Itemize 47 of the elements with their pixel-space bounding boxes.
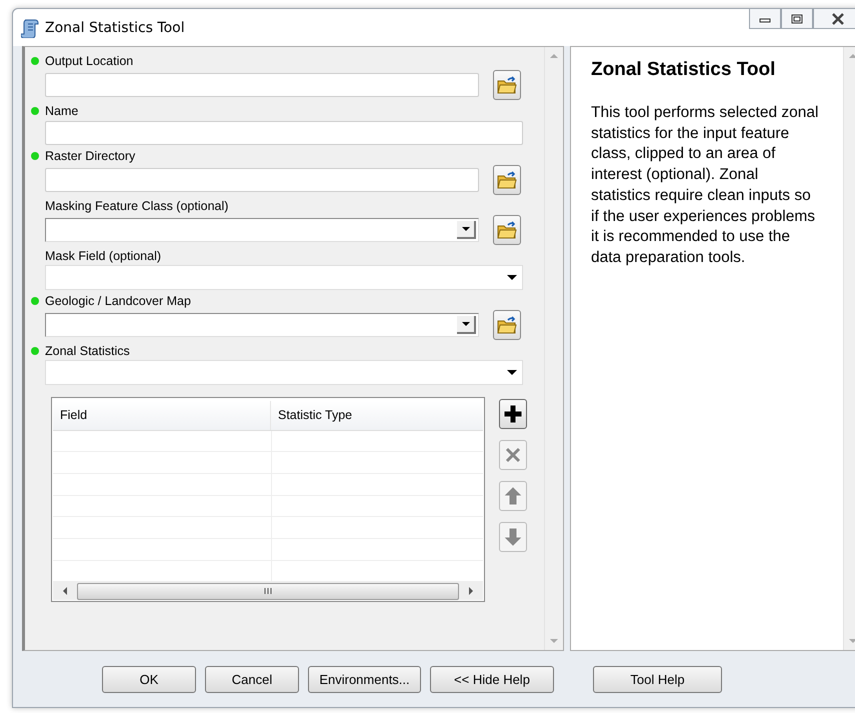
combo-box[interactable] [45, 218, 479, 242]
folder-icon[interactable] [493, 215, 521, 245]
up-arrow-icon[interactable] [550, 53, 558, 59]
add-icon[interactable] [499, 399, 527, 429]
text-field[interactable] [45, 73, 479, 97]
parameter-label: Zonal Statistics [45, 344, 130, 358]
dialog-button[interactable]: OK [102, 666, 196, 692]
parameter-label: Mask Field (optional) [45, 248, 162, 262]
restore-icon [791, 14, 803, 24]
close-icon [831, 12, 845, 24]
caret-icon [460, 226, 470, 232]
help-title: Zonal Statistics Tool [591, 59, 776, 81]
caret-icon [507, 370, 517, 376]
up-arrow-icon[interactable] [849, 53, 855, 59]
grip-icon[interactable] [263, 587, 273, 596]
dialog-button[interactable]: Environments... [308, 666, 421, 692]
maximize-button[interactable] [781, 8, 813, 29]
dialog-button[interactable]: << Hide Help [430, 666, 554, 692]
column-header[interactable]: Statistic Type [271, 401, 352, 430]
close-button[interactable] [813, 8, 855, 29]
caret-icon [507, 274, 517, 280]
parameter-label: Masking Feature Class (optional) [45, 198, 228, 212]
dialog-button[interactable]: Tool Help [593, 666, 722, 692]
scroll-icon [21, 18, 39, 38]
dropdown-field[interactable] [45, 265, 523, 290]
window-title: Zonal Statistics Tool [45, 20, 185, 36]
down-arrow-icon[interactable] [550, 638, 558, 644]
text-field[interactable] [45, 120, 523, 144]
horizontal-scrollbar[interactable] [53, 582, 483, 600]
folder-icon[interactable] [493, 310, 521, 340]
folder-icon[interactable] [493, 70, 521, 100]
parameter-label: Name [45, 104, 78, 118]
column-header[interactable]: Field [53, 401, 271, 430]
help-text: This tool performs selected zonal statistics for the input feature class, clipped to an area of interest (optional). Zonal statistics require clean inputs so if the user experiences problems it is recommended to use the data preparation tools. [591, 103, 819, 268]
parameter-label: Geologic / Landcover Map [45, 294, 191, 308]
parameter-label: Output Location [45, 54, 134, 68]
right-arrow-icon[interactable] [467, 586, 475, 596]
dropdown-field[interactable] [45, 360, 523, 385]
parameter-label: Raster Directory [45, 148, 136, 162]
down-arrow-icon[interactable] [849, 638, 855, 644]
left-arrow-icon[interactable] [61, 586, 69, 596]
dialog-button[interactable]: Cancel [205, 666, 299, 692]
folder-icon[interactable] [493, 165, 521, 195]
combo-box[interactable] [45, 313, 479, 337]
text-field[interactable] [45, 168, 479, 192]
caret-icon [460, 321, 470, 327]
minimize-button[interactable] [749, 8, 781, 29]
